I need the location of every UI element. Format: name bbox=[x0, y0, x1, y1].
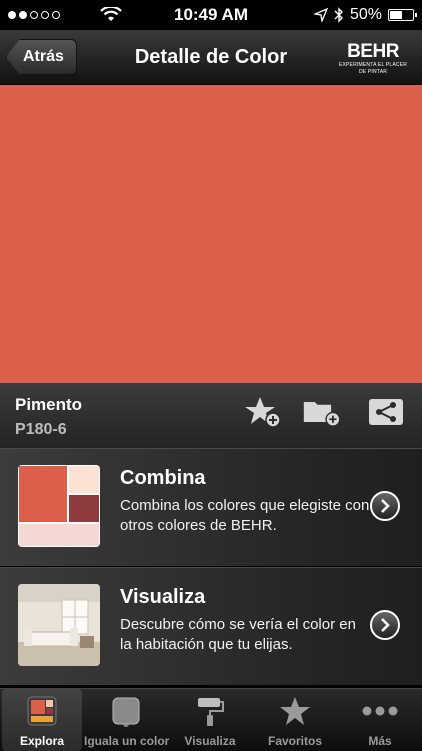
chip-icon bbox=[112, 697, 140, 727]
add-favorite-icon[interactable] bbox=[244, 395, 284, 429]
combina-chevron-button[interactable] bbox=[370, 491, 400, 521]
battery-icon bbox=[388, 9, 417, 21]
more-icon bbox=[362, 706, 398, 716]
card-title: Visualiza bbox=[120, 586, 206, 608]
logo-tagline: EXPERIMENTA EL PLACER DE PINTAR bbox=[338, 62, 408, 75]
tab-label: Iguala un color bbox=[84, 734, 170, 748]
chevron-right-icon bbox=[381, 499, 390, 513]
color-info-bar: Pimento P180-6 bbox=[0, 383, 422, 448]
tab-label: Visualiza bbox=[184, 734, 236, 748]
card-description: Descubre cómo se vería el color en la ha… bbox=[120, 616, 356, 653]
behr-logo: BEHR EXPERIMENTA EL PLACER DE PINTAR bbox=[338, 41, 408, 76]
nav-bar: Atrás Detalle de Color BEHR EXPERIMENTA … bbox=[0, 30, 422, 85]
battery-percent: 50% bbox=[349, 6, 382, 23]
color-code: P180-6 bbox=[15, 421, 67, 438]
tab-bar: Explora Iguala un color Visualiza Favori… bbox=[0, 688, 422, 751]
status-bar: 10:49 AM 50% bbox=[0, 0, 422, 30]
color-name: Pimento bbox=[15, 395, 83, 414]
chevron-right-icon bbox=[381, 618, 390, 632]
visualiza-chevron-button[interactable] bbox=[370, 610, 400, 640]
location-icon bbox=[313, 8, 328, 22]
tab-mas[interactable]: Más bbox=[340, 689, 420, 751]
add-to-folder-icon[interactable] bbox=[302, 395, 342, 429]
tab-label: Más bbox=[368, 734, 392, 748]
card-title: Combina bbox=[120, 467, 206, 489]
tab-visualiza[interactable]: Visualiza bbox=[170, 689, 250, 751]
paint-roller-icon bbox=[198, 698, 224, 726]
combina-card[interactable]: Combina Combina los colores que elegiste… bbox=[0, 448, 422, 566]
share-icon[interactable] bbox=[366, 395, 406, 429]
tab-label: Favoritos bbox=[267, 734, 322, 748]
palette-icon bbox=[27, 696, 57, 726]
palette-thumbnail bbox=[18, 465, 100, 547]
logo-text: BEHR bbox=[347, 41, 399, 62]
tab-favoritos[interactable]: Favoritos bbox=[252, 689, 338, 751]
tab-explora[interactable]: Explora bbox=[2, 689, 82, 751]
color-swatch bbox=[0, 85, 422, 383]
star-icon bbox=[280, 697, 310, 725]
bluetooth-icon bbox=[334, 7, 343, 23]
tab-iguala-un-color[interactable]: Iguala un color bbox=[84, 689, 170, 751]
room-thumbnail bbox=[18, 584, 100, 666]
card-description: Combina los colores que elegiste con otr… bbox=[120, 497, 370, 534]
visualiza-card[interactable]: Visualiza Descubre cómo se vería el colo… bbox=[0, 567, 422, 685]
tab-label: Explora bbox=[19, 734, 64, 748]
